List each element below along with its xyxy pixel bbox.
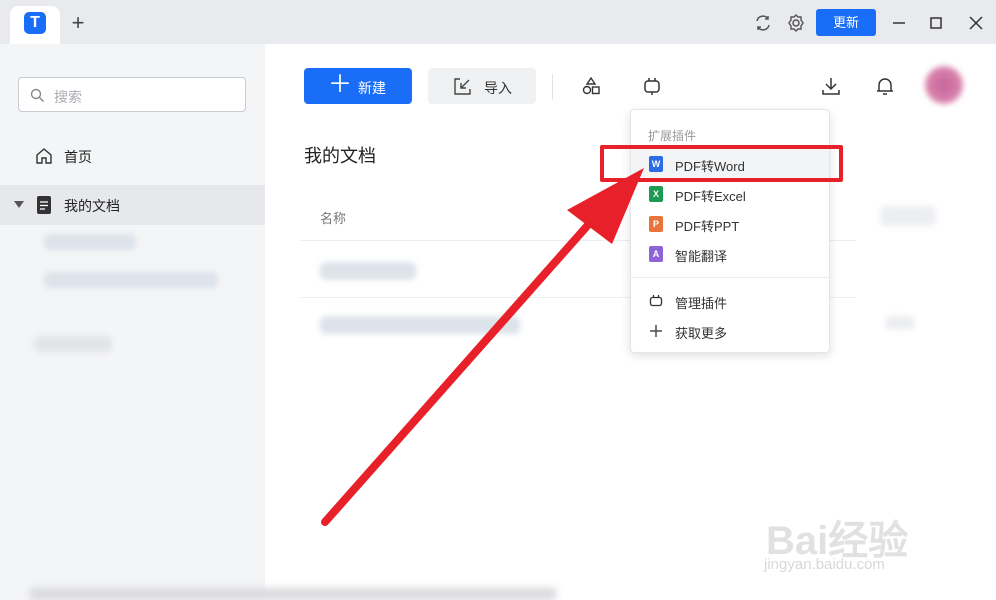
watermark-url: jingyan.baidu.com	[764, 556, 885, 573]
blurred-area	[30, 588, 556, 600]
